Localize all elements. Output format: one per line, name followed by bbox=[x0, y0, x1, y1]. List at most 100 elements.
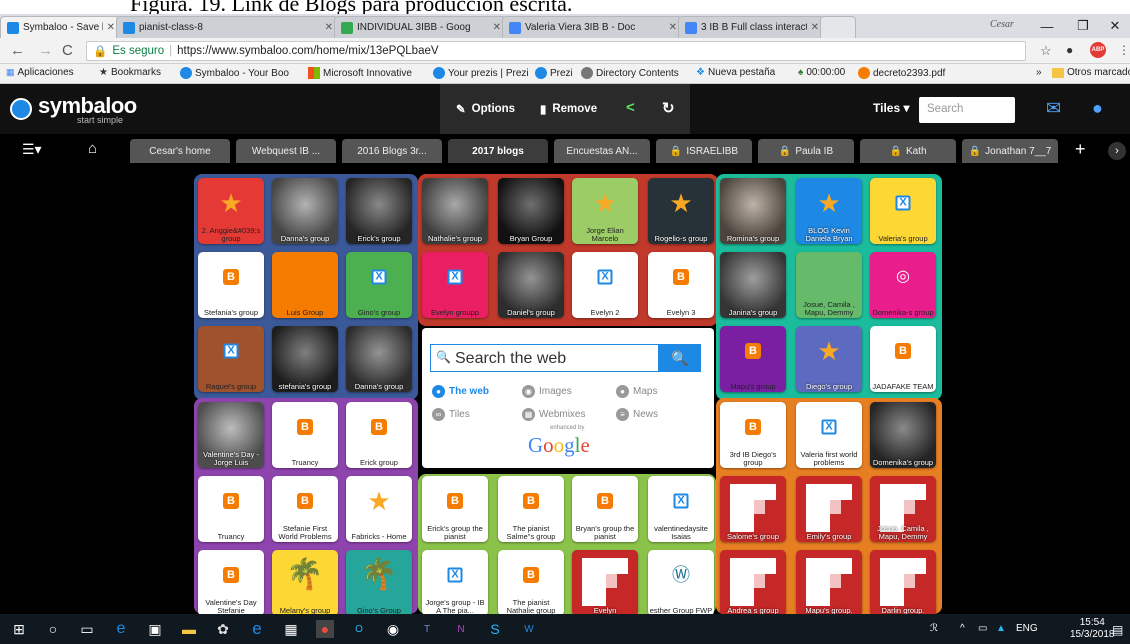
tile-star[interactable]: ★ 2. Anggie&#039;s group bbox=[198, 178, 264, 244]
tile-x[interactable]: X Gino's group bbox=[346, 252, 412, 318]
forward-icon[interactable]: → bbox=[38, 42, 53, 59]
tile-photo[interactable]: Janina's group bbox=[720, 252, 786, 318]
search-option-tiles[interactable]: ∞ Tiles bbox=[432, 408, 470, 421]
skype-icon[interactable]: S bbox=[486, 620, 504, 638]
language-indicator[interactable]: ENG bbox=[1016, 623, 1038, 634]
options-button[interactable]: ✎ Options bbox=[456, 102, 515, 116]
wifi-icon[interactable]: ▲ bbox=[996, 623, 1006, 634]
tile-b[interactable]: B The pianist Salme"s group bbox=[498, 476, 564, 542]
paint-icon[interactable]: ✿ bbox=[214, 620, 232, 638]
bookmarks-overflow[interactable]: » bbox=[1036, 67, 1042, 78]
tile-flip[interactable]: Emily's group bbox=[796, 476, 862, 542]
browser-tab-symbaloo[interactable]: Symbaloo - Save bookm ✕ bbox=[0, 16, 120, 38]
tile-b[interactable]: B The pianist Nathalie group bbox=[498, 550, 564, 616]
tile-b[interactable]: B 3rd IB Diego's group bbox=[720, 402, 786, 468]
close-tab-icon[interactable]: ✕ bbox=[325, 22, 333, 33]
webmix-tab[interactable]: 🔒 Jonathan 7__7 bbox=[962, 139, 1058, 163]
tray-chevron-icon[interactable]: ^ bbox=[960, 623, 965, 634]
webmix-tab-active[interactable]: 2017 blogs bbox=[448, 139, 548, 163]
tile-photo[interactable]: stefania's group bbox=[272, 326, 338, 392]
file-explorer-icon[interactable]: ▬ bbox=[180, 620, 198, 638]
tile-flip[interactable]: Mapu's group. bbox=[796, 550, 862, 616]
tile-plain[interactable]: Josue, Camila , Mapu, Demmy bbox=[796, 252, 862, 318]
tile-x[interactable]: X Evelyn 2 bbox=[572, 252, 638, 318]
symbaloo-logo-icon[interactable] bbox=[10, 98, 32, 120]
bookmark-apps[interactable]: ▦ Aplicaciones bbox=[6, 67, 74, 78]
web-search-button[interactable]: 🔍 bbox=[659, 344, 701, 372]
tile-photo[interactable]: Erick's group bbox=[346, 178, 412, 244]
browser-tab-valeria[interactable]: Valeria Viera 3IB B - Doc ✕ bbox=[502, 16, 682, 38]
windows-start-icon[interactable]: ⊞ bbox=[10, 620, 28, 638]
tile-b[interactable]: B Valentine's Day Stefanie bbox=[198, 550, 264, 616]
search-option-images[interactable]: ◉ Images bbox=[522, 385, 572, 398]
minimize-icon[interactable]: — bbox=[1036, 14, 1058, 38]
bookmark-star-icon[interactable]: ☆ bbox=[1040, 43, 1052, 59]
tile-star[interactable]: ★ BLOG Kevin Daniela Bryan bbox=[796, 178, 862, 244]
bookmark-timer[interactable]: ♠ 00:00:00 bbox=[798, 67, 845, 78]
mail-icon[interactable]: ✉ bbox=[1046, 98, 1061, 119]
tile-b[interactable]: B Truancy bbox=[198, 476, 264, 542]
close-tab-icon[interactable]: ✕ bbox=[493, 22, 501, 33]
menu-icon[interactable]: ⋮ bbox=[1118, 43, 1130, 57]
tile-b[interactable]: B Erick group bbox=[346, 402, 412, 468]
outlook-icon[interactable]: O bbox=[350, 620, 368, 638]
internet-explorer-icon[interactable]: e bbox=[248, 619, 266, 638]
tile-b[interactable]: B Stefania's group bbox=[198, 252, 264, 318]
search-option-webmixes[interactable]: ▦ Webmixes bbox=[522, 408, 586, 421]
browser-tab-fullclass[interactable]: 3 IB B Full class interactio ✕ bbox=[678, 16, 824, 38]
maximize-icon[interactable]: ❐ bbox=[1072, 14, 1094, 38]
tile-b[interactable]: B Evelyn 3 bbox=[648, 252, 714, 318]
tile-palm[interactable]: 🌴 Gino's Group bbox=[346, 550, 412, 616]
tile-x[interactable]: X Evelyn groupp bbox=[422, 252, 488, 318]
search-option-news[interactable]: ≡ News bbox=[616, 408, 658, 421]
battery-icon[interactable]: ▭ bbox=[978, 623, 987, 634]
scroll-right-icon[interactable]: › bbox=[1108, 142, 1126, 160]
chrome-icon[interactable]: ● bbox=[316, 620, 334, 638]
remove-button[interactable]: ▮ Remove bbox=[540, 102, 597, 116]
tile-photo[interactable]: Daniel's group bbox=[498, 252, 564, 318]
webmix-tab[interactable]: 🔒 ISRAELIBB bbox=[656, 139, 752, 163]
add-webmix-icon[interactable]: + bbox=[1075, 139, 1086, 160]
tile-x[interactable]: X Raquel's group bbox=[198, 326, 264, 392]
onenote-icon[interactable]: N bbox=[452, 620, 470, 638]
tile-b[interactable]: B Stefanie First World Problems bbox=[272, 476, 338, 542]
tile-photo[interactable]: Nathalie's group bbox=[422, 178, 488, 244]
clock[interactable]: 15:54 15/3/2018 bbox=[1070, 617, 1115, 641]
tile-photo[interactable]: Romina's group bbox=[720, 178, 786, 244]
webmix-tab[interactable]: 🔒 Kath bbox=[860, 139, 956, 163]
search-icon[interactable]: ○ bbox=[44, 620, 62, 638]
bookmark-prezi[interactable]: Prezi bbox=[535, 67, 573, 79]
user-icon[interactable]: ● bbox=[1092, 98, 1103, 119]
tile-flip[interactable]: Salome's group bbox=[720, 476, 786, 542]
close-tab-icon[interactable]: ✕ bbox=[811, 22, 819, 33]
back-icon[interactable]: ← bbox=[10, 42, 25, 59]
extension-icon[interactable]: ● bbox=[1066, 43, 1073, 57]
bookmark-directory[interactable]: Directory Contents bbox=[581, 67, 679, 79]
tile-star[interactable]: ★ Rogelio-s group bbox=[648, 178, 714, 244]
tile-globe[interactable]: ◎ Domenika-s group bbox=[870, 252, 936, 318]
tile-wp[interactable]: Ⓦesther Group FWP bbox=[648, 550, 714, 616]
webmix-tab[interactable]: Webquest IB ... bbox=[236, 139, 336, 163]
tile-flip[interactable]: Andrea s group bbox=[720, 550, 786, 616]
tile-photo[interactable]: Danna's group bbox=[272, 178, 338, 244]
bookmark-symbaloo[interactable]: Symbaloo - Your Boo bbox=[180, 67, 289, 79]
bookmark-other[interactable]: Otros marcadores bbox=[1052, 67, 1130, 78]
bookmark-microsoft[interactable]: Microsoft Innovative bbox=[308, 67, 412, 79]
webmix-tab[interactable]: 🔒 Paula IB bbox=[758, 139, 854, 163]
tile-star[interactable]: ★ Fabricks - Home bbox=[346, 476, 412, 542]
teams-icon[interactable]: T bbox=[418, 620, 436, 638]
symbaloo-search-input[interactable]: Search bbox=[919, 97, 1015, 123]
tile-x[interactable]: X Valeria first world problems bbox=[796, 402, 862, 468]
bookmark-bookmarks[interactable]: ★ Bookmarks bbox=[99, 67, 161, 78]
browser-tab-pianist[interactable]: pianist-class-8 ✕ bbox=[116, 16, 338, 38]
word-icon[interactable]: W bbox=[520, 620, 538, 638]
search-option-maps[interactable]: ● Maps bbox=[616, 385, 657, 398]
home-icon[interactable]: ⌂ bbox=[88, 140, 97, 157]
close-tab-icon[interactable]: ✕ bbox=[669, 22, 677, 33]
tile-b[interactable]: B Bryan's group the pianist bbox=[572, 476, 638, 542]
webmix-tab[interactable]: Encuestas AN... bbox=[554, 139, 650, 163]
notifications-icon[interactable]: ▤ bbox=[1112, 623, 1123, 637]
undo-button[interactable]: ↻ bbox=[662, 99, 675, 117]
tile-photo[interactable]: Domenika's group bbox=[870, 402, 936, 468]
web-search-input[interactable]: Search the web bbox=[430, 344, 659, 372]
